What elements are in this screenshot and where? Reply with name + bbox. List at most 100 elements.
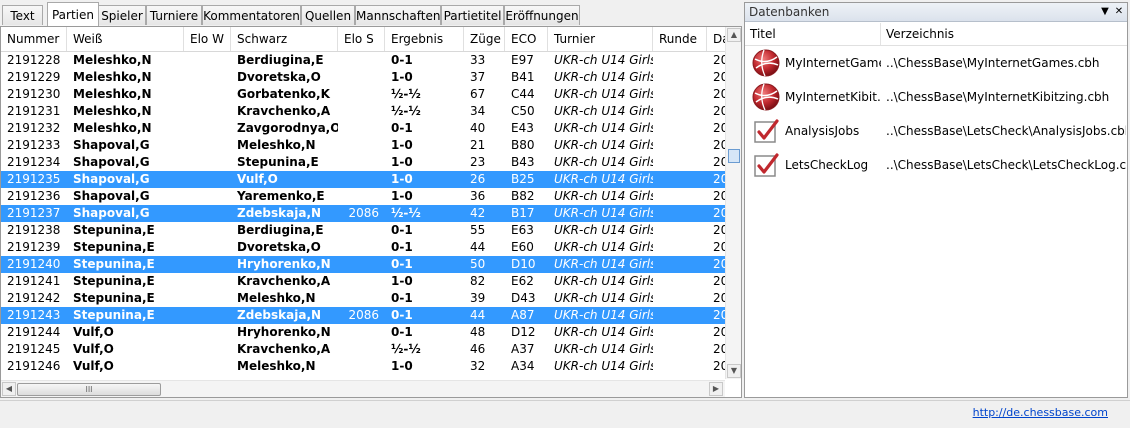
cell-weiss: Shapoval,G [73, 206, 150, 220]
game-row[interactable]: 2191242 Stepunina,E Meleshko,N 0-1 39 D43 UKR-… [1, 290, 726, 307]
cell-weiss: Meleshko,N [73, 53, 152, 67]
game-row[interactable]: 2191233 Shapoval,G Meleshko,N 1-0 21 B80 UKR-c… [1, 137, 726, 154]
game-row[interactable]: 2191231 Meleshko,N Kravchenko,A ½-½ 34 C50 UKR… [1, 103, 726, 120]
cell-nummer: 2191232 [7, 121, 61, 135]
cell-datum: 20 [713, 206, 726, 220]
cell-datum: 20 [713, 342, 726, 356]
column-header-verzeichnis[interactable]: Verzeichnis [881, 23, 1127, 45]
column-header-turnier[interactable]: Turnier [548, 27, 653, 51]
column-header-weiss[interactable]: Weiß [67, 27, 184, 51]
cell-ergebnis: 1-0 [391, 172, 413, 186]
cell-schwarz: Hryhorenko,N [237, 325, 331, 339]
column-header-elo-s[interactable]: Elo S [338, 27, 385, 51]
cell-turnier: UKR-ch U14 Girls [554, 138, 653, 152]
game-row[interactable]: 2191229 Meleshko,N Dvoretska,O 1-0 37 B41 UKR-… [1, 69, 726, 86]
cell-nummer: 2191239 [7, 240, 61, 254]
tab-quellen[interactable]: Quellen [301, 5, 355, 25]
game-row[interactable]: 2191243 Stepunina,E Zdebskaja,N 2086 0-1 44 A8… [1, 307, 726, 324]
databases-panel-titlebar: Datenbanken ▼ ✕ [745, 3, 1127, 22]
scroll-left-icon[interactable]: ◀ [2, 382, 16, 396]
database-item[interactable]: AnalysisJobs ..\ChessBase\LetsCheck\Analy… [745, 115, 1127, 147]
cell-turnier: UKR-ch U14 Girls [554, 342, 653, 356]
cell-runde [653, 341, 707, 358]
cell-datum: 20 [713, 240, 726, 254]
column-header-titel[interactable]: Titel [745, 23, 881, 45]
dropdown-arrow-icon[interactable]: ▼ [1099, 6, 1111, 18]
game-row[interactable]: 2191241 Stepunina,E Kravchenko,A 1-0 82 E62 UK… [1, 273, 726, 290]
game-row[interactable]: 2191245 Vulf,O Kravchenko,A ½-½ 46 A37 UKR-ch … [1, 341, 726, 358]
vertical-scroll-thumb[interactable] [728, 149, 740, 163]
cell-elo-w [184, 120, 231, 137]
cell-weiss: Stepunina,E [73, 257, 155, 271]
cell-turnier: UKR-ch U14 Girls [554, 240, 653, 254]
game-row[interactable]: 2191232 Meleshko,N Zavgorodnya,O 0-1 40 E43 UK… [1, 120, 726, 137]
cell-elo-s [338, 324, 385, 341]
cell-eco: C44 [511, 87, 535, 101]
cell-runde [653, 154, 707, 171]
game-row[interactable]: 2191230 Meleshko,N Gorbatenko,K ½-½ 67 C44 UKR… [1, 86, 726, 103]
game-row[interactable]: 2191228 Meleshko,N Berdiugina,E 0-1 33 E97 UKR… [1, 52, 726, 69]
database-item[interactable]: MyInternetKibit... ..\ChessBase\MyInterne… [745, 81, 1127, 113]
tab-mannschaften[interactable]: Mannschaften [355, 5, 441, 25]
game-row[interactable]: 2191236 Shapoval,G Yaremenko,E 1-0 36 B82 UKR-… [1, 188, 726, 205]
column-header-nummer[interactable]: Nummer [1, 27, 67, 51]
cell-elo-s: 2086 [348, 308, 379, 322]
game-row[interactable]: 2191244 Vulf,O Hryhorenko,N 0-1 48 D12 UKR-ch … [1, 324, 726, 341]
game-row[interactable]: 2191246 Vulf,O Meleshko,N 1-0 32 A34 UKR-ch U1… [1, 358, 726, 375]
tab-kommentatoren[interactable]: Kommentatoren [202, 5, 301, 25]
game-row[interactable]: 2191235 Shapoval,G Vulf,O 1-0 26 B25 UKR-ch U1… [1, 171, 726, 188]
database-item[interactable]: MyInternetGames ..\ChessBase\MyInternetGa… [745, 47, 1127, 79]
cell-turnier: UKR-ch U14 Girls [554, 223, 653, 237]
game-row[interactable]: 2191234 Shapoval,G Stepunina,E 1-0 23 B43 UKR-… [1, 154, 726, 171]
column-header-ergebnis[interactable]: Ergebnis [385, 27, 464, 51]
cell-elo-w [184, 52, 231, 69]
cell-runde [653, 239, 707, 256]
tab-text[interactable]: Text [2, 5, 43, 25]
cell-eco: E97 [511, 53, 534, 67]
game-row[interactable]: 2191239 Stepunina,E Dvoretska,O 0-1 44 E60 UKR… [1, 239, 726, 256]
game-row[interactable]: 2191238 Stepunina,E Berdiugina,E 0-1 55 E63 UK… [1, 222, 726, 239]
tab-spieler[interactable]: Spieler [98, 5, 146, 25]
close-icon[interactable]: ✕ [1113, 6, 1125, 18]
game-row[interactable]: 2191240 Stepunina,E Hryhorenko,N 0-1 50 D10 UK… [1, 256, 726, 273]
cell-schwarz: Kravchenko,A [237, 104, 331, 118]
status-bar: http://de.chessbase.com [0, 400, 1130, 428]
column-header-elo-w[interactable]: Elo W [184, 27, 231, 51]
cell-schwarz: Zdebskaja,N [237, 308, 322, 322]
chessbase-link[interactable]: http://de.chessbase.com [973, 406, 1108, 419]
cell-datum: 20 [713, 257, 726, 271]
column-header-zuege[interactable]: Züge [464, 27, 505, 51]
column-header-eco[interactable]: ECO [505, 27, 548, 51]
cell-zuege: 48 [470, 325, 486, 339]
database-item[interactable]: LetsCheckLog ..\ChessBase\LetsCheck\LetsC… [745, 149, 1127, 181]
cell-schwarz: Stepunina,E [237, 155, 319, 169]
cell-elo-w [184, 188, 231, 205]
horizontal-scrollbar[interactable]: ◀ III ▶ [1, 380, 725, 397]
cell-nummer: 2191231 [7, 104, 61, 118]
tab-turniere[interactable]: Turniere [146, 5, 202, 25]
scroll-right-icon[interactable]: ▶ [709, 382, 723, 396]
cell-ergebnis: 1-0 [391, 138, 413, 152]
column-header-datum[interactable]: Da [707, 27, 726, 51]
vertical-scrollbar[interactable]: ▲ ▼ [725, 27, 741, 379]
cell-datum: 20 [713, 70, 726, 84]
cell-elo-s [338, 188, 385, 205]
cell-eco: B25 [511, 172, 535, 186]
column-header-runde[interactable]: Runde [653, 27, 707, 51]
cell-schwarz: Gorbatenko,K [237, 87, 330, 101]
scroll-down-icon[interactable]: ▼ [727, 364, 741, 378]
tab-partien[interactable]: Partien [47, 2, 99, 26]
cell-turnier: UKR-ch U14 Girls [554, 359, 653, 373]
cell-weiss: Vulf,O [73, 342, 114, 356]
cell-eco: B43 [511, 155, 535, 169]
cell-elo-s [338, 69, 385, 86]
scroll-up-icon[interactable]: ▲ [727, 28, 741, 42]
column-header-schwarz[interactable]: Schwarz [231, 27, 338, 51]
cell-ergebnis: 1-0 [391, 189, 413, 203]
tab-er-ffnungen[interactable]: Eröffnungen [504, 5, 580, 25]
tab-partietitel[interactable]: Partietitel [441, 5, 504, 25]
game-row[interactable]: 2191237 Shapoval,G Zdebskaja,N 2086 ½-½ 42 B17… [1, 205, 726, 222]
cell-turnier: UKR-ch U14 Girls [554, 325, 653, 339]
cell-datum: 20 [713, 274, 726, 288]
horizontal-scroll-thumb[interactable]: III [17, 383, 161, 396]
